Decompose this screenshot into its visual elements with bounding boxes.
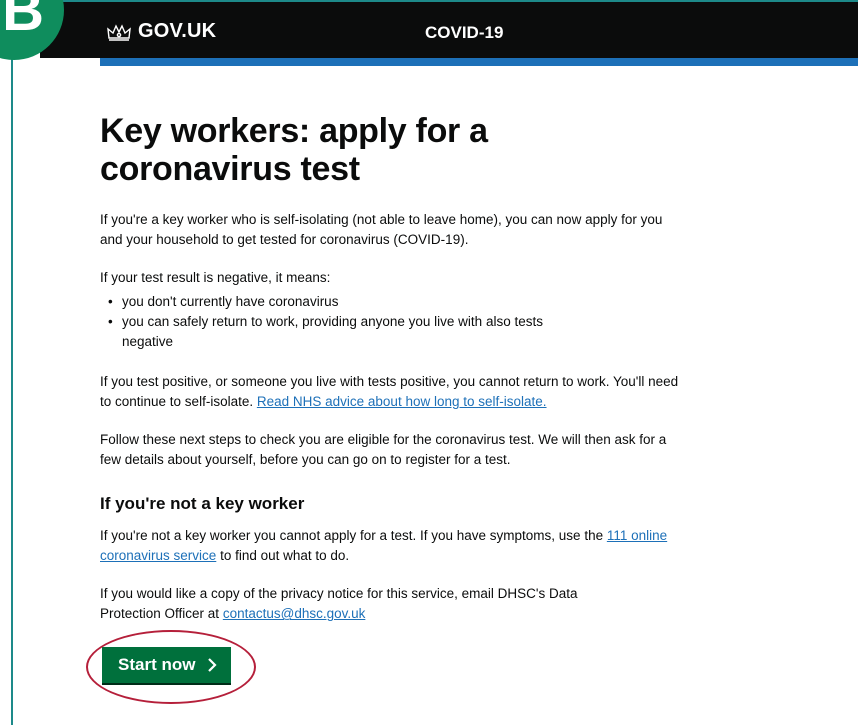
header-stripe — [100, 58, 858, 66]
intro-paragraph: If you're a key worker who is self-isola… — [100, 212, 663, 248]
crown-icon — [107, 23, 131, 41]
privacy-email-link[interactable]: contactus@dhsc.gov.uk — [223, 606, 366, 621]
list-item: you can safely return to work, providing… — [108, 312, 680, 352]
not-key-text-before: If you're not a key worker you cannot ap… — [100, 528, 604, 544]
negative-list: you don't currently have coronavirus you… — [100, 292, 680, 352]
frame-left-border — [11, 40, 13, 725]
govuk-logo-link[interactable]: GOV.UK — [106, 20, 216, 43]
not-key-worker-heading: If you're not a key worker — [100, 494, 305, 514]
not-key-worker-paragraph: If you're not a key worker you cannot ap… — [100, 526, 680, 566]
page-title: Key workers: apply for a coronavirus tes… — [100, 112, 488, 189]
next-steps-paragraph: Follow these next steps to check you are… — [100, 432, 667, 468]
main-content: Key workers: apply for a coronavirus tes… — [100, 112, 680, 624]
privacy-paragraph: If you would like a copy of the privacy … — [100, 584, 680, 624]
positive-paragraph: If you test positive, or someone you liv… — [100, 372, 680, 412]
logo-text: GOV.UK — [138, 20, 217, 42]
highlight-ring — [86, 630, 256, 704]
service-name[interactable]: COVID-19 — [425, 23, 503, 43]
negative-lead: If your test result is negative, it mean… — [100, 270, 331, 286]
not-key-text-after: to find out what to do. — [220, 548, 350, 564]
list-item: you don't currently have coronavirus — [108, 292, 680, 312]
nhs-advice-link[interactable]: Read NHS advice about how long to self-i… — [257, 394, 547, 409]
